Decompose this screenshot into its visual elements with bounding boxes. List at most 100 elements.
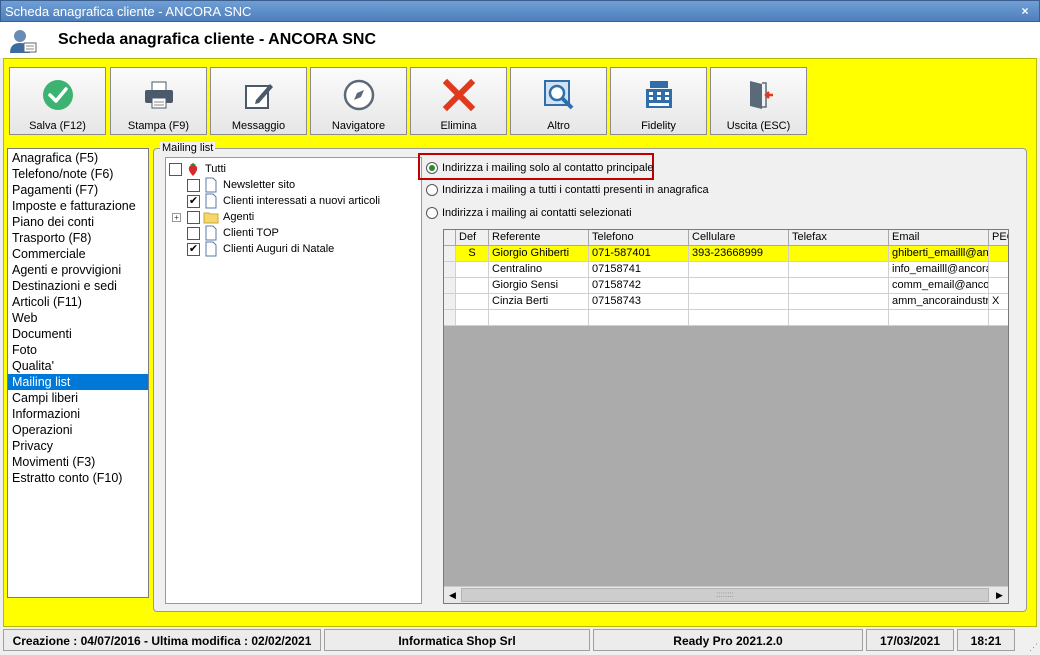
tree-node-agenti[interactable]: Agenti bbox=[187, 209, 417, 225]
row-indicator[interactable] bbox=[444, 246, 456, 262]
tree-node-auguri-natale[interactable]: ✔ Clienti Auguri di Natale bbox=[187, 241, 417, 257]
nav-item-estratto-conto[interactable]: Estratto conto (F10) bbox=[8, 470, 148, 486]
cell-email[interactable]: comm_email@ancor bbox=[889, 278, 989, 294]
nav-item-movimenti[interactable]: Movimenti (F3) bbox=[8, 454, 148, 470]
nav-item-pagamenti[interactable]: Pagamenti (F7) bbox=[8, 182, 148, 198]
row-indicator[interactable] bbox=[444, 278, 456, 294]
print-button[interactable]: Stampa (F9) bbox=[110, 67, 207, 135]
tree-checkbox[interactable] bbox=[187, 227, 200, 240]
radio-option-tutti-contatti[interactable]: Indirizza i mailing a tutti i contatti p… bbox=[426, 181, 716, 199]
nav-item-articoli[interactable]: Articoli (F11) bbox=[8, 294, 148, 310]
cell-def[interactable] bbox=[456, 294, 489, 310]
nav-item-campi-liberi[interactable]: Campi liberi bbox=[8, 390, 148, 406]
resize-grip[interactable]: ⋰ bbox=[1029, 642, 1038, 653]
nav-item-imposte[interactable]: Imposte e fatturazione bbox=[8, 198, 148, 214]
nav-item-informazioni[interactable]: Informazioni bbox=[8, 406, 148, 422]
nav-item-qualita[interactable]: Qualita' bbox=[8, 358, 148, 374]
scroll-thumb[interactable]: :::::::: bbox=[461, 588, 989, 602]
cell-pec[interactable] bbox=[989, 278, 1008, 294]
cell-telefax[interactable] bbox=[789, 278, 889, 294]
tree-node-root[interactable]: Tutti bbox=[169, 161, 409, 177]
nav-item-destinazioni[interactable]: Destinazioni e sedi bbox=[8, 278, 148, 294]
tree-checkbox[interactable] bbox=[187, 179, 200, 192]
mailing-list-tree[interactable]: Tutti Newsletter sito ✔ Clienti interess… bbox=[165, 157, 422, 604]
tree-checkbox[interactable] bbox=[187, 211, 200, 224]
cell-pec[interactable] bbox=[989, 246, 1008, 262]
column-header-telefono[interactable]: Telefono bbox=[589, 230, 689, 246]
tree-node-clienti-top[interactable]: Clienti TOP bbox=[187, 225, 417, 241]
cell-telefax[interactable] bbox=[789, 246, 889, 262]
exit-button[interactable]: Uscita (ESC) bbox=[710, 67, 807, 135]
cell-referente[interactable]: Cinzia Berti bbox=[489, 294, 589, 310]
nav-item-commerciale[interactable]: Commerciale bbox=[8, 246, 148, 262]
table-row[interactable]: S Giorgio Ghiberti 071-587401 393-236689… bbox=[444, 246, 1008, 262]
cell-telefono[interactable]: 07158743 bbox=[589, 294, 689, 310]
nav-item-foto[interactable]: Foto bbox=[8, 342, 148, 358]
cell-referente[interactable]: Giorgio Sensi bbox=[489, 278, 589, 294]
nav-item-anagrafica[interactable]: Anagrafica (F5) bbox=[8, 150, 148, 166]
cell-referente[interactable]: Centralino bbox=[489, 262, 589, 278]
cell-def[interactable] bbox=[456, 310, 489, 326]
cell-def[interactable] bbox=[456, 278, 489, 294]
cell-telefono[interactable] bbox=[589, 310, 689, 326]
tree-node-clienti-interessati[interactable]: ✔ Clienti interessati a nuovi articoli bbox=[187, 193, 417, 209]
tree-checkbox[interactable] bbox=[169, 163, 182, 176]
tree-checkbox-checked[interactable]: ✔ bbox=[187, 195, 200, 208]
cell-pec[interactable] bbox=[989, 310, 1008, 326]
nav-item-trasporto[interactable]: Trasporto (F8) bbox=[8, 230, 148, 246]
column-header-cellulare[interactable]: Cellulare bbox=[689, 230, 789, 246]
radio-button[interactable] bbox=[426, 207, 438, 219]
column-header-referente[interactable]: Referente bbox=[489, 230, 589, 246]
nav-item-mailing-list[interactable]: Mailing list bbox=[8, 374, 148, 390]
cell-cellulare[interactable]: 393-23668999 bbox=[689, 246, 789, 262]
table-row-new[interactable] bbox=[444, 310, 1008, 326]
table-row[interactable]: Centralino 07158741 info_emailll@ancora bbox=[444, 262, 1008, 278]
cell-referente[interactable]: Giorgio Ghiberti bbox=[489, 246, 589, 262]
row-indicator[interactable] bbox=[444, 262, 456, 278]
cell-email[interactable]: amm_ancoraindustr bbox=[889, 294, 989, 310]
row-indicator[interactable] bbox=[444, 294, 456, 310]
cell-def[interactable]: S bbox=[456, 246, 489, 262]
message-button[interactable]: Messaggio bbox=[210, 67, 307, 135]
table-row[interactable]: Giorgio Sensi 07158742 comm_email@ancor bbox=[444, 278, 1008, 294]
row-indicator[interactable] bbox=[444, 310, 456, 326]
nav-item-piano-conti[interactable]: Piano dei conti bbox=[8, 214, 148, 230]
cell-pec[interactable]: X bbox=[989, 294, 1008, 310]
cell-pec[interactable] bbox=[989, 262, 1008, 278]
save-button[interactable]: Salva (F12) bbox=[9, 67, 106, 135]
cell-email[interactable]: ghiberti_emailll@an bbox=[889, 246, 989, 262]
delete-button[interactable]: Elimina bbox=[410, 67, 507, 135]
column-header-pec[interactable]: PEC bbox=[989, 230, 1008, 246]
navigator-button[interactable]: Navigatore bbox=[310, 67, 407, 135]
cell-email[interactable]: info_emailll@ancora bbox=[889, 262, 989, 278]
radio-button[interactable] bbox=[426, 184, 438, 196]
cell-cellulare[interactable] bbox=[689, 294, 789, 310]
horizontal-scrollbar[interactable]: ◀ :::::::: ▶ bbox=[444, 586, 1008, 603]
cell-telefono[interactable]: 07158742 bbox=[589, 278, 689, 294]
nav-item-privacy[interactable]: Privacy bbox=[8, 438, 148, 454]
cell-telefono[interactable]: 07158741 bbox=[589, 262, 689, 278]
window-title-bar[interactable]: Scheda anagrafica cliente - ANCORA SNC × bbox=[0, 0, 1040, 22]
nav-item-documenti[interactable]: Documenti bbox=[8, 326, 148, 342]
contacts-grid[interactable]: Def Referente Telefono Cellulare Telefax… bbox=[443, 229, 1009, 604]
radio-button-selected[interactable] bbox=[426, 162, 438, 174]
cell-telefono[interactable]: 071-587401 bbox=[589, 246, 689, 262]
scroll-right-button[interactable]: ▶ bbox=[991, 587, 1008, 603]
tree-checkbox-checked[interactable]: ✔ bbox=[187, 243, 200, 256]
cell-cellulare[interactable] bbox=[689, 262, 789, 278]
radio-option-selezionati[interactable]: Indirizza i mailing ai contatti selezion… bbox=[426, 204, 666, 222]
nav-item-telefono-note[interactable]: Telefono/note (F6) bbox=[8, 166, 148, 182]
scroll-left-button[interactable]: ◀ bbox=[444, 587, 461, 603]
column-header-email[interactable]: Email bbox=[889, 230, 989, 246]
nav-item-web[interactable]: Web bbox=[8, 310, 148, 326]
nav-item-agenti[interactable]: Agenti e provvigioni bbox=[8, 262, 148, 278]
column-header-telefax[interactable]: Telefax bbox=[789, 230, 889, 246]
cell-email[interactable] bbox=[889, 310, 989, 326]
other-button[interactable]: Altro bbox=[510, 67, 607, 135]
cell-cellulare[interactable] bbox=[689, 310, 789, 326]
cell-def[interactable] bbox=[456, 262, 489, 278]
radio-option-principale[interactable]: Indirizza i mailing solo al contatto pri… bbox=[426, 159, 666, 177]
table-row[interactable]: Cinzia Berti 07158743 amm_ancoraindustr … bbox=[444, 294, 1008, 310]
cell-telefax[interactable] bbox=[789, 294, 889, 310]
tree-node-newsletter[interactable]: Newsletter sito bbox=[187, 177, 417, 193]
